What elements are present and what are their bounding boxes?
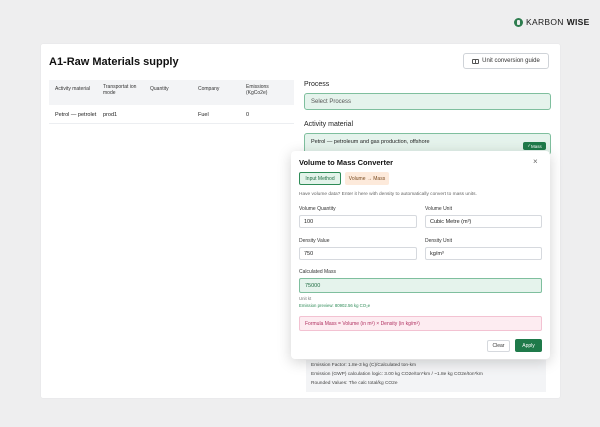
density-unit-select[interactable]: kg/m³ bbox=[425, 247, 542, 260]
info-line: Emission (GWP) calculation logic: 3.00 k… bbox=[311, 372, 483, 377]
mass-badge: ✓ Mass bbox=[523, 142, 546, 150]
karbonwise-logo-icon bbox=[514, 17, 523, 27]
modal-hint: Have volume data? Enter it here with den… bbox=[299, 192, 477, 197]
table-row[interactable]: Petrol — petrolet prod1 Fuel 0 bbox=[49, 107, 294, 124]
activity-material-value: Petrol — petroleum and gas production, o… bbox=[311, 139, 430, 145]
process-label: Process bbox=[304, 81, 330, 88]
col-transportation-mode: Transportat ion mode bbox=[103, 84, 137, 96]
tab-volume-to-mass[interactable]: Volume → Mass bbox=[345, 172, 389, 185]
info-line: Emission Factor: 1.8e-3 kg (C)/Calculate… bbox=[311, 363, 417, 368]
emission-preview: Emission preview: 80902.56 kg CO₂e bbox=[299, 303, 371, 308]
calculated-mass-output: 75000 bbox=[299, 278, 542, 293]
brand-logo: KARBON WISE bbox=[514, 17, 590, 27]
apply-button[interactable]: Apply bbox=[515, 339, 542, 352]
density-value-input[interactable]: 750 bbox=[299, 247, 417, 260]
process-select[interactable]: Select Process bbox=[304, 93, 551, 110]
activity-material-label: Activity material bbox=[304, 121, 354, 128]
formula-box: Formula Mass = Volume (in m³) × Density … bbox=[299, 316, 542, 331]
col-activity-material: Activity material bbox=[55, 86, 91, 92]
unit-conversion-guide-label: Unit conversion guide bbox=[482, 58, 540, 64]
table-header: Activity material Transportat ion mode Q… bbox=[49, 80, 294, 105]
calculated-mass-label: Calculated Mass bbox=[299, 269, 336, 275]
density-unit-label: Density Unit bbox=[425, 238, 452, 244]
mass-badge-label: Mass bbox=[531, 143, 542, 149]
brand-name-suffix: WISE bbox=[566, 17, 590, 27]
volume-quantity-label: Volume Quantity bbox=[299, 206, 336, 212]
col-quantity: Quantity bbox=[150, 86, 169, 92]
page-title: A1-Raw Materials supply bbox=[49, 56, 179, 68]
info-line: Rounded Values: The calc total/kg CO2e bbox=[311, 381, 398, 386]
volume-unit-select[interactable]: Cubic Metre (m³) bbox=[425, 215, 542, 228]
cell-company: Fuel bbox=[198, 112, 209, 118]
clear-button[interactable]: Clear bbox=[487, 340, 510, 352]
cell-activity: Petrol — petrolet bbox=[55, 112, 97, 118]
cell-emissions: 0 bbox=[246, 112, 250, 118]
cell-transport: prod1 bbox=[103, 112, 118, 118]
col-emissions: Emissions (KgCo2e) bbox=[246, 84, 269, 96]
unit-conversion-guide-button[interactable]: Unit conversion guide bbox=[463, 53, 549, 69]
col-company: Company bbox=[198, 86, 220, 92]
volume-quantity-input[interactable]: 100 bbox=[299, 215, 417, 228]
book-icon bbox=[472, 58, 480, 64]
volume-unit-label: Volume Unit bbox=[425, 206, 452, 212]
density-value-label: Density Value bbox=[299, 238, 330, 244]
tab-input-method[interactable]: Input Method bbox=[299, 172, 341, 185]
unit-note: Unit kt bbox=[299, 296, 312, 301]
brand-name-prefix: KARBON bbox=[526, 17, 564, 27]
modal-title: Volume to Mass Converter bbox=[299, 158, 394, 167]
close-icon[interactable]: × bbox=[533, 157, 538, 166]
